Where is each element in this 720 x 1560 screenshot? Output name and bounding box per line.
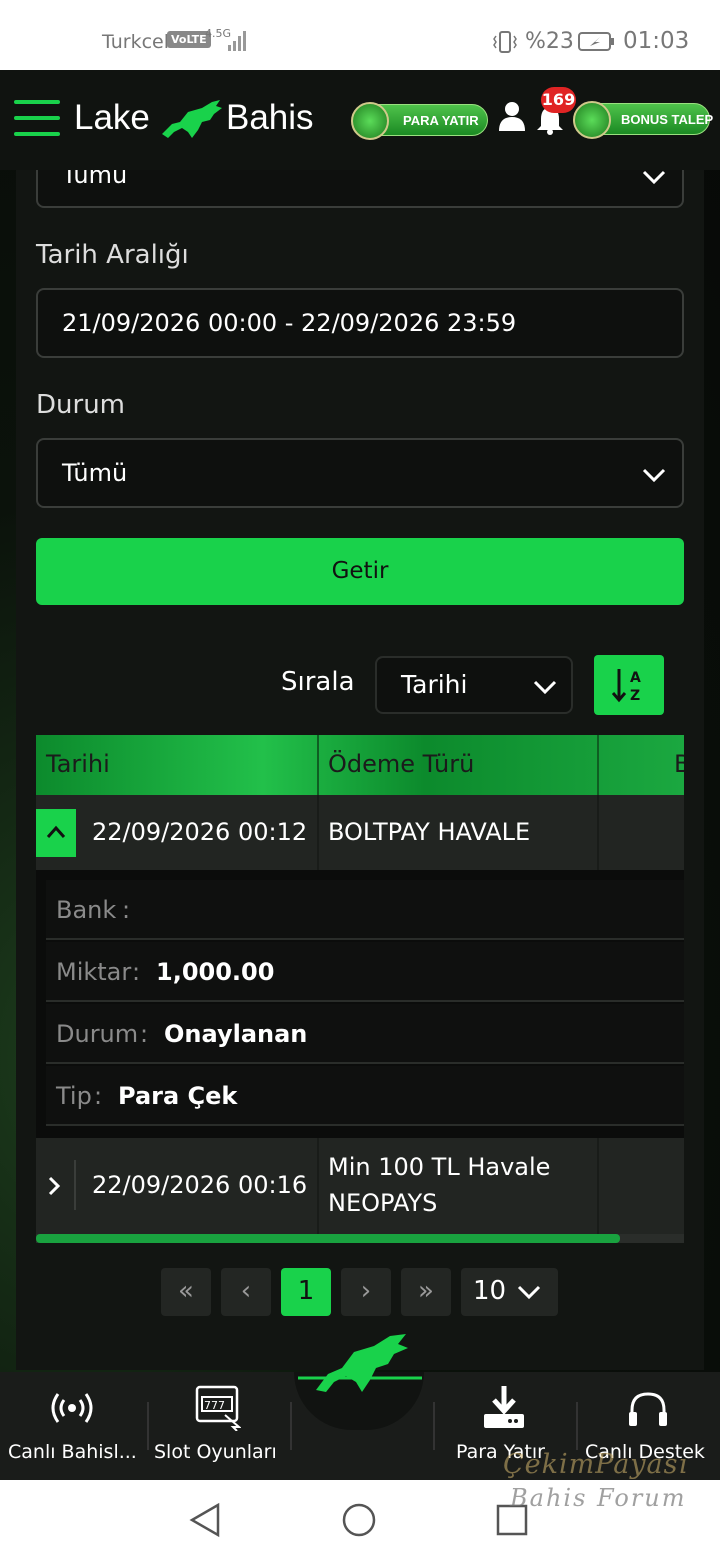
deposit-button-overlay-label: PARA YATIR	[403, 113, 479, 128]
collapse-row-button[interactable]	[36, 809, 76, 857]
scrollbar-thumb[interactable]	[36, 1234, 620, 1243]
svg-text:777: 777	[204, 1399, 225, 1412]
submit-button[interactable]: Getir	[36, 538, 684, 605]
slot-machine-icon[interactable]: 777	[195, 1385, 241, 1431]
user-overlay-icon[interactable]	[497, 101, 527, 131]
vibrate-icon	[493, 31, 517, 53]
sort-direction-button[interactable]: A Z	[594, 655, 664, 715]
column-header-truncated[interactable]: B	[674, 750, 684, 778]
detail-row-type: Tip : Para Çek	[46, 1066, 684, 1126]
column-divider	[317, 795, 319, 870]
battery-icon	[578, 32, 614, 51]
svg-text:A: A	[630, 670, 641, 686]
svg-text:Z: Z	[630, 688, 640, 703]
wallet-overlay-icon	[351, 102, 389, 140]
column-divider	[597, 1138, 599, 1234]
detail-value: Para Çek	[118, 1082, 238, 1110]
bull-logo-overlay-icon	[162, 100, 222, 138]
clock: 01:03	[623, 28, 690, 54]
date-range-label: Tarih Aralığı	[36, 240, 189, 270]
current-page-button[interactable]: 1	[281, 1268, 331, 1316]
detail-sep: :	[132, 958, 141, 986]
status-label: Durum	[36, 390, 125, 420]
carrier-name: Turkcell	[102, 31, 175, 53]
bull-home-icon[interactable]	[310, 1330, 410, 1396]
sort-label: Sırala	[281, 667, 355, 697]
row-date: 22/09/2026 00:16	[92, 1171, 308, 1199]
date-range-value: 21/09/2026 00:00 - 22/09/2026 23:59	[62, 309, 517, 337]
detail-sep: :	[140, 1020, 149, 1048]
column-header-date[interactable]: Tarihi	[46, 750, 110, 778]
row-payment-type-line2: NEOPAYS	[328, 1189, 438, 1217]
home-icon[interactable]	[341, 1502, 377, 1538]
status-select[interactable]: Tümü	[36, 438, 684, 508]
column-divider	[597, 795, 599, 870]
chevron-down-icon	[517, 1285, 541, 1299]
detail-value: Onaylanan	[164, 1020, 308, 1048]
page-size-value: 10	[473, 1276, 507, 1306]
table-header: Tarihi Ödeme Türü B	[36, 735, 684, 795]
detail-row-status: Durum : Onaylanan	[46, 1004, 684, 1064]
detail-key: Tip	[56, 1082, 92, 1110]
detail-sep: :	[94, 1082, 103, 1110]
column-divider	[317, 735, 319, 795]
row-payment-type: BOLTPAY HAVALE	[328, 818, 531, 846]
column-divider	[74, 1160, 76, 1210]
nav-live-betting-label[interactable]: Canlı Bahisl...	[8, 1441, 137, 1463]
page-size-select[interactable]: 10	[461, 1268, 558, 1316]
download-deposit-icon[interactable]	[482, 1384, 526, 1430]
nav-divider	[433, 1402, 435, 1450]
row-payment-type-line1: Min 100 TL Havale	[328, 1153, 551, 1181]
column-divider	[317, 1138, 319, 1234]
status-bar: Turkcell VoLTE 4.5G %23 01:03	[0, 0, 720, 70]
detail-value: 1,000.00	[156, 958, 275, 986]
detail-sep: :	[122, 896, 131, 924]
live-broadcast-icon[interactable]	[51, 1388, 93, 1428]
detail-key: Durum	[56, 1020, 139, 1048]
chevron-up-icon	[46, 825, 66, 838]
chevron-down-icon	[642, 468, 666, 482]
logo-text-right-overlay: Bahis	[226, 98, 314, 137]
detail-key: Miktar	[56, 958, 132, 986]
table-horizontal-scrollbar[interactable]	[36, 1234, 684, 1243]
bonus-request-button-overlay[interactable]: BONUS TALEP	[573, 101, 714, 139]
expand-row-chevron-icon[interactable]	[47, 1176, 61, 1196]
detail-row-bank: Bank :	[46, 880, 684, 940]
gift-overlay-icon	[573, 101, 611, 139]
back-icon[interactable]	[188, 1502, 222, 1538]
signal-icon	[228, 31, 246, 51]
nav-divider	[147, 1402, 149, 1450]
deposit-button-overlay[interactable]: PARA YATIR	[351, 102, 488, 140]
detail-row-amount: Miktar : 1,000.00	[46, 942, 684, 1002]
detail-key: Bank	[56, 896, 117, 924]
sort-select[interactable]: Tarihi	[375, 656, 573, 714]
bonus-button-overlay-label: BONUS TALEP	[621, 112, 714, 127]
notification-badge-overlay: 169	[541, 87, 576, 113]
sort-select-value: Tarihi	[401, 670, 468, 699]
next-page-button[interactable]: ›	[341, 1268, 391, 1316]
battery-percent: %23	[525, 29, 574, 54]
last-page-button[interactable]: »	[401, 1268, 451, 1316]
hamburger-menu-lines-icon[interactable]	[14, 100, 60, 138]
watermark-line1: ÇekimPayası	[503, 1449, 689, 1480]
column-header-payment-type[interactable]: Ödeme Türü	[328, 750, 474, 778]
logo-text-left-overlay: Lake	[74, 98, 150, 137]
chevron-down-icon	[533, 680, 557, 694]
nav-divider	[576, 1402, 578, 1450]
nav-slots-label[interactable]: Slot Oyunları	[154, 1441, 277, 1463]
sort-az-icon: A Z	[612, 669, 641, 703]
date-range-input[interactable]: 21/09/2026 00:00 - 22/09/2026 23:59	[36, 288, 684, 358]
status-select-value: Tümü	[62, 459, 128, 487]
nav-divider	[290, 1402, 292, 1450]
headset-icon[interactable]	[626, 1390, 670, 1428]
chevron-down-icon	[642, 170, 666, 184]
first-page-button[interactable]: «	[161, 1268, 211, 1316]
prev-page-button[interactable]: ‹	[221, 1268, 271, 1316]
column-divider	[597, 735, 599, 795]
watermark-line2: Bahis Forum	[510, 1484, 687, 1512]
row-date: 22/09/2026 00:12	[92, 818, 308, 846]
